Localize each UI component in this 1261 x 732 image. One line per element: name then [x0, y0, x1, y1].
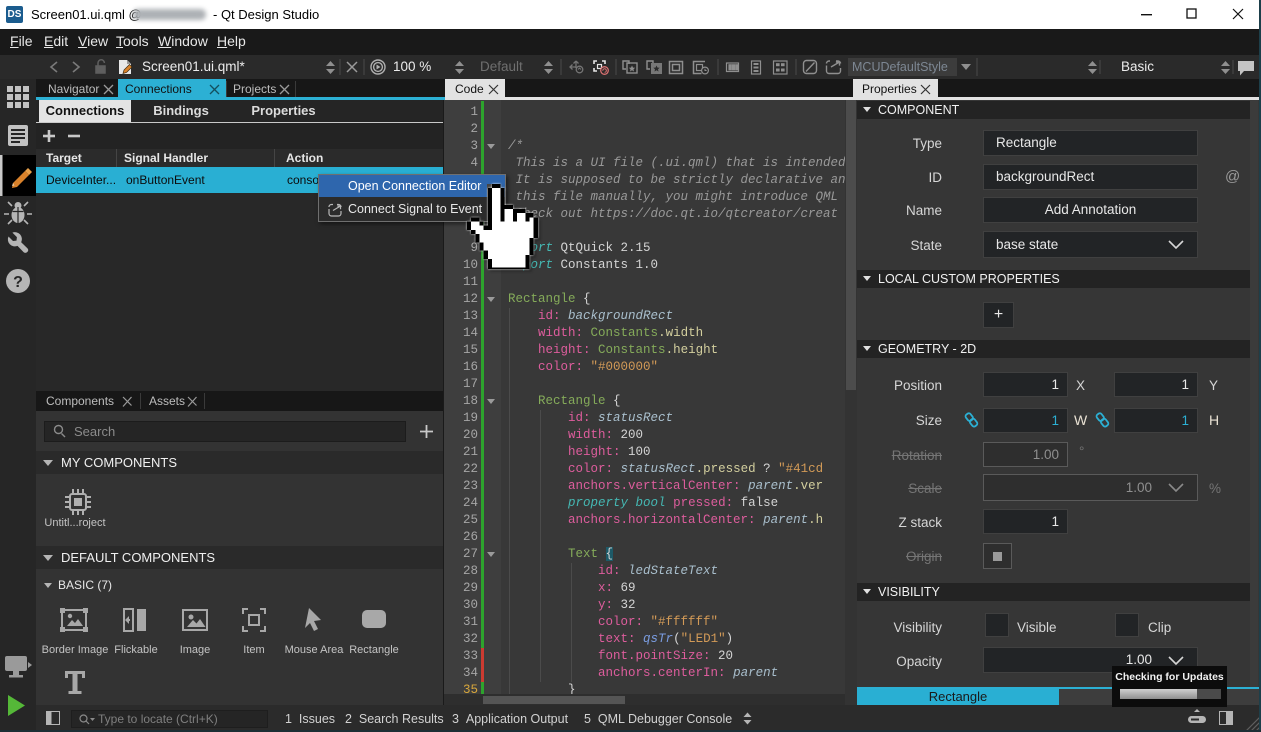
svg-text:?: ? [13, 274, 23, 291]
